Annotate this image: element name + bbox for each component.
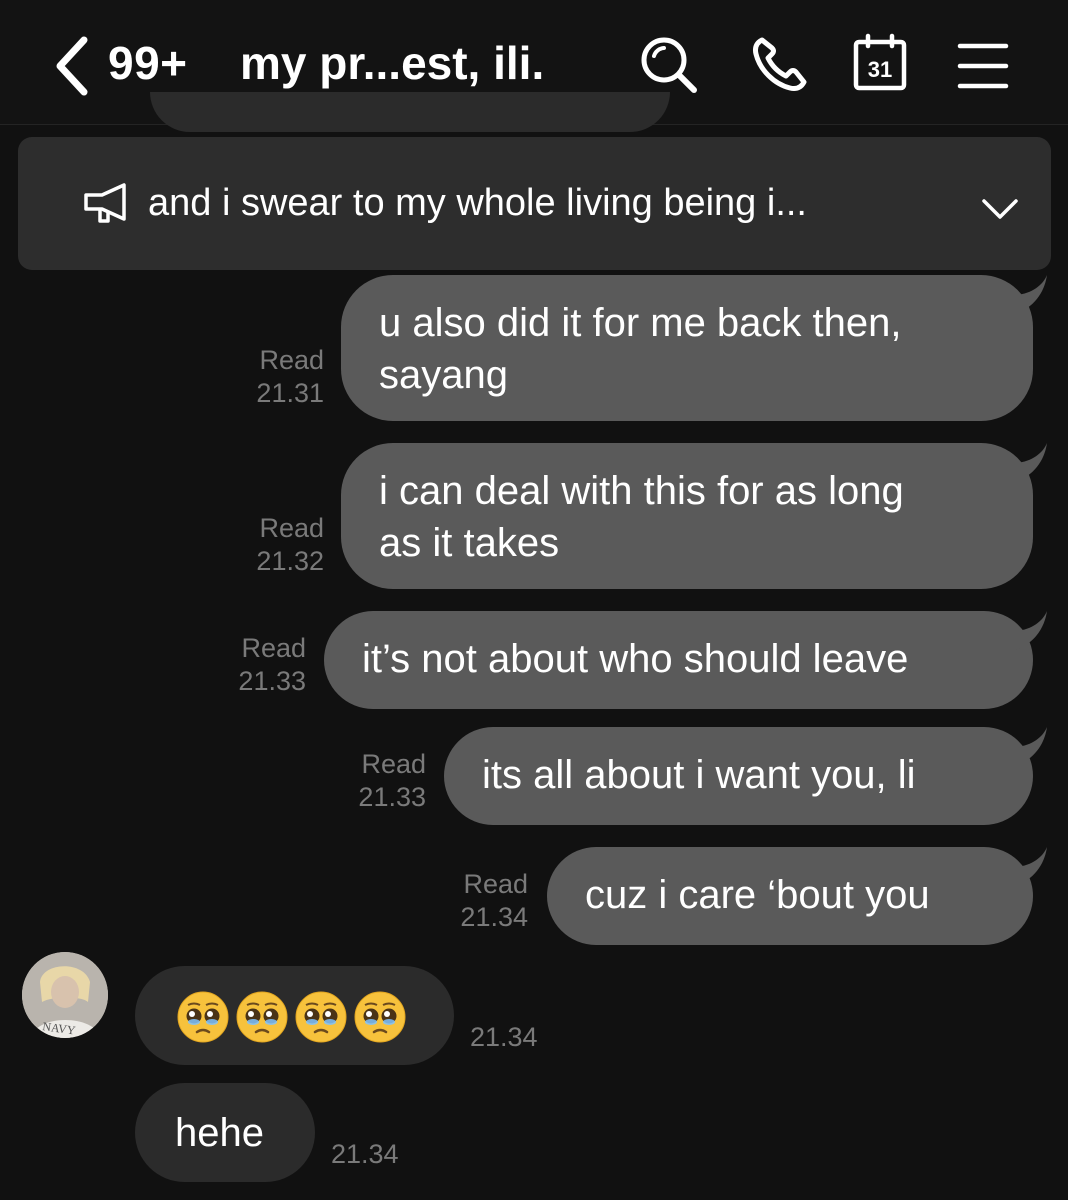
back-button[interactable] xyxy=(48,34,100,98)
pleading-face-emoji xyxy=(177,991,229,1043)
bubble-tail xyxy=(1013,727,1047,767)
message-text: u also did it for me back then, sayang xyxy=(379,301,902,397)
sent-message-bubble[interactable]: it’s not about who should leave xyxy=(324,611,1047,709)
announcement-text: and i swear to my whole living being i..… xyxy=(148,182,807,224)
message-time: 21.34 xyxy=(331,1139,399,1169)
pleading-face-emoji xyxy=(295,991,347,1043)
message-text: cuz i care ‘bout you xyxy=(585,873,930,917)
megaphone-icon xyxy=(84,183,126,223)
pleading-face-emoji xyxy=(236,991,288,1043)
bubble-tail xyxy=(1013,443,1047,483)
calendar-button[interactable]: 31 xyxy=(850,32,910,96)
pleading-face-emoji xyxy=(354,991,406,1043)
message-text: its all about i want you, li xyxy=(482,753,916,797)
chevron-down-icon[interactable] xyxy=(978,187,1022,231)
chevron-left-icon xyxy=(56,36,88,96)
phone-icon xyxy=(753,37,807,91)
chat-title[interactable]: my pr...est, ili. xyxy=(240,36,544,90)
message-meta: Read 21.34 xyxy=(440,868,528,934)
message-time: 21.34 xyxy=(470,1022,538,1052)
unread-count-badge[interactable]: 99+ xyxy=(108,36,188,90)
call-button[interactable] xyxy=(748,32,812,96)
bubble-tail xyxy=(1013,611,1047,651)
contact-avatar[interactable]: NAVY xyxy=(22,952,108,1038)
received-message-bubble[interactable]: hehe xyxy=(135,1083,315,1182)
message-text: i can deal with this for as long as it t… xyxy=(379,469,904,565)
sent-message-bubble[interactable]: i can deal with this for as long as it t… xyxy=(341,443,1047,589)
message-time: 21.32 xyxy=(256,546,324,576)
read-status: Read xyxy=(361,749,426,779)
sent-message-bubble[interactable]: its all about i want you, li xyxy=(444,727,1047,825)
message-meta: Read 21.33 xyxy=(218,632,306,698)
read-status: Read xyxy=(259,513,324,543)
message-meta: Read 21.31 xyxy=(236,344,324,410)
message-meta: Read 21.33 xyxy=(338,748,426,814)
search-button[interactable] xyxy=(636,32,700,96)
calendar-day: 31 xyxy=(868,57,892,82)
chat-screen: 99+ my pr...est, ili. 31 and i swear to … xyxy=(0,0,1068,1200)
menu-button[interactable] xyxy=(952,32,1016,96)
avatar-photo: NAVY xyxy=(22,952,108,1038)
sent-message-bubble[interactable]: cuz i care ‘bout you xyxy=(547,847,1047,945)
emoji-row xyxy=(177,991,406,1043)
sent-message-bubble[interactable]: u also did it for me back then, sayang xyxy=(341,275,1047,421)
bubble-tail xyxy=(1013,275,1047,315)
message-meta: Read 21.32 xyxy=(236,512,324,578)
hamburger-menu-icon xyxy=(957,43,1009,89)
message-text: hehe xyxy=(175,1111,264,1155)
calendar-icon: 31 xyxy=(853,33,907,91)
message-text: it’s not about who should leave xyxy=(362,637,909,681)
read-status: Read xyxy=(259,345,324,375)
message-time: 21.33 xyxy=(238,666,306,696)
read-status: Read xyxy=(241,633,306,663)
bubble-tail xyxy=(1013,847,1047,887)
read-status: Read xyxy=(463,869,528,899)
message-time: 21.34 xyxy=(460,902,528,932)
message-time: 21.31 xyxy=(256,378,324,408)
previous-message-bubble xyxy=(150,92,670,132)
message-time: 21.33 xyxy=(358,782,426,812)
search-icon xyxy=(641,37,697,93)
